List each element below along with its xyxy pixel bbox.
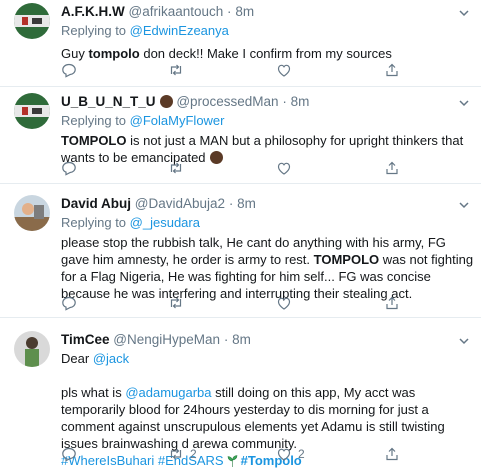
retweet-icon <box>170 64 182 76</box>
like-icon <box>277 64 291 77</box>
tweet-actions <box>61 61 461 79</box>
reply-button[interactable] <box>61 61 83 79</box>
like-icon <box>277 162 291 175</box>
retweet-icon <box>170 162 182 174</box>
share-button[interactable] <box>384 294 400 312</box>
reply-button[interactable] <box>61 294 83 312</box>
timestamp[interactable]: 8m <box>235 4 254 19</box>
reply-icon <box>62 63 76 78</box>
tweet-header: David Abuj @DavidAbuja2 · 8m <box>61 196 256 211</box>
reply-mention-link[interactable]: @EdwinEzeanya <box>130 23 229 38</box>
display-name[interactable]: TimCee <box>61 332 110 347</box>
tweet-text: Dear @jack <box>61 351 130 366</box>
share-button[interactable] <box>384 61 400 79</box>
like-button[interactable] <box>276 294 298 312</box>
tweet-text: please stop the rubbish talk, He cant do… <box>61 235 474 301</box>
reply-button[interactable] <box>61 159 83 177</box>
share-icon <box>386 63 398 77</box>
like-icon <box>277 448 291 461</box>
handle[interactable]: @processedMan <box>176 94 278 109</box>
retweet-button[interactable] <box>168 61 190 79</box>
mention-link[interactable]: @adamugarba <box>125 385 211 400</box>
retweet-button[interactable] <box>168 294 190 312</box>
avatar[interactable] <box>14 331 50 367</box>
handle[interactable]: @DavidAbuja2 <box>135 196 225 211</box>
display-name[interactable]: U_B_U_N_T_U <box>61 94 156 109</box>
chevron-down-icon[interactable] <box>457 198 471 212</box>
handle[interactable]: @afrikaantouch <box>129 4 224 19</box>
avatar[interactable] <box>14 93 50 129</box>
tweet[interactable]: U_B_U_N_T_U @processedMan · 8m Replying … <box>0 87 481 184</box>
reply-icon <box>62 161 76 176</box>
fist-emoji-icon <box>159 95 173 108</box>
reply-button[interactable] <box>61 445 83 463</box>
share-icon <box>386 296 398 310</box>
like-button[interactable] <box>276 61 298 79</box>
tweet-header: U_B_U_N_T_U @processedMan · 8m <box>61 94 310 109</box>
share-button[interactable] <box>384 445 400 463</box>
chevron-down-icon[interactable] <box>457 334 471 348</box>
tweet-header: TimCee @NengiHypeMan · 8m <box>61 332 251 347</box>
reply-context: Replying to @EdwinEzeanya <box>61 23 229 38</box>
reply-mention-link[interactable]: @_jesudara <box>130 215 200 230</box>
like-count: 2 <box>298 447 305 461</box>
avatar[interactable] <box>14 195 50 231</box>
display-name[interactable]: David Abuj <box>61 196 131 211</box>
tweet-actions: 2 2 <box>61 445 461 463</box>
share-icon <box>386 161 398 175</box>
tweet[interactable]: A.F.K.H.W @afrikaantouch · 8m Replying t… <box>0 0 481 87</box>
display-name[interactable]: A.F.K.H.W <box>61 4 125 19</box>
tweet-text-body: pls what is @adamugarba still doing on t… <box>61 385 445 451</box>
reply-icon <box>62 447 76 462</box>
timestamp[interactable]: 8m <box>232 332 251 347</box>
like-button[interactable]: 2 <box>276 445 305 463</box>
chevron-down-icon[interactable] <box>457 6 471 20</box>
tweet[interactable]: TimCee @NengiHypeMan · 8m Dear @jack pls… <box>0 318 481 475</box>
share-icon <box>386 447 398 461</box>
retweet-count: 2 <box>190 447 197 461</box>
reply-mention-link[interactable]: @FolaMyFlower <box>130 113 225 128</box>
retweet-icon <box>170 448 182 460</box>
tweet-header: A.F.K.H.W @afrikaantouch · 8m <box>61 4 255 19</box>
timestamp[interactable]: 8m <box>237 196 256 211</box>
retweet-icon <box>170 297 182 309</box>
reply-context: Replying to @_jesudara <box>61 215 200 230</box>
tweet-actions <box>61 294 461 312</box>
avatar[interactable] <box>14 3 50 39</box>
mention-link[interactable]: @jack <box>93 351 129 366</box>
handle[interactable]: @NengiHypeMan <box>113 332 220 347</box>
tweet-actions <box>61 159 461 177</box>
tweet[interactable]: David Abuj @DavidAbuja2 · 8m Replying to… <box>0 184 481 318</box>
share-button[interactable] <box>384 159 400 177</box>
timestamp[interactable]: 8m <box>291 94 310 109</box>
retweet-button[interactable]: 2 <box>168 445 197 463</box>
like-icon <box>277 297 291 310</box>
reply-context: Replying to @FolaMyFlower <box>61 113 225 128</box>
retweet-button[interactable] <box>168 159 190 177</box>
like-button[interactable] <box>276 159 298 177</box>
tweet-text: Guy tompolo don deck!! Make I confirm fr… <box>61 46 392 61</box>
chevron-down-icon[interactable] <box>457 96 471 110</box>
reply-icon <box>62 296 76 311</box>
